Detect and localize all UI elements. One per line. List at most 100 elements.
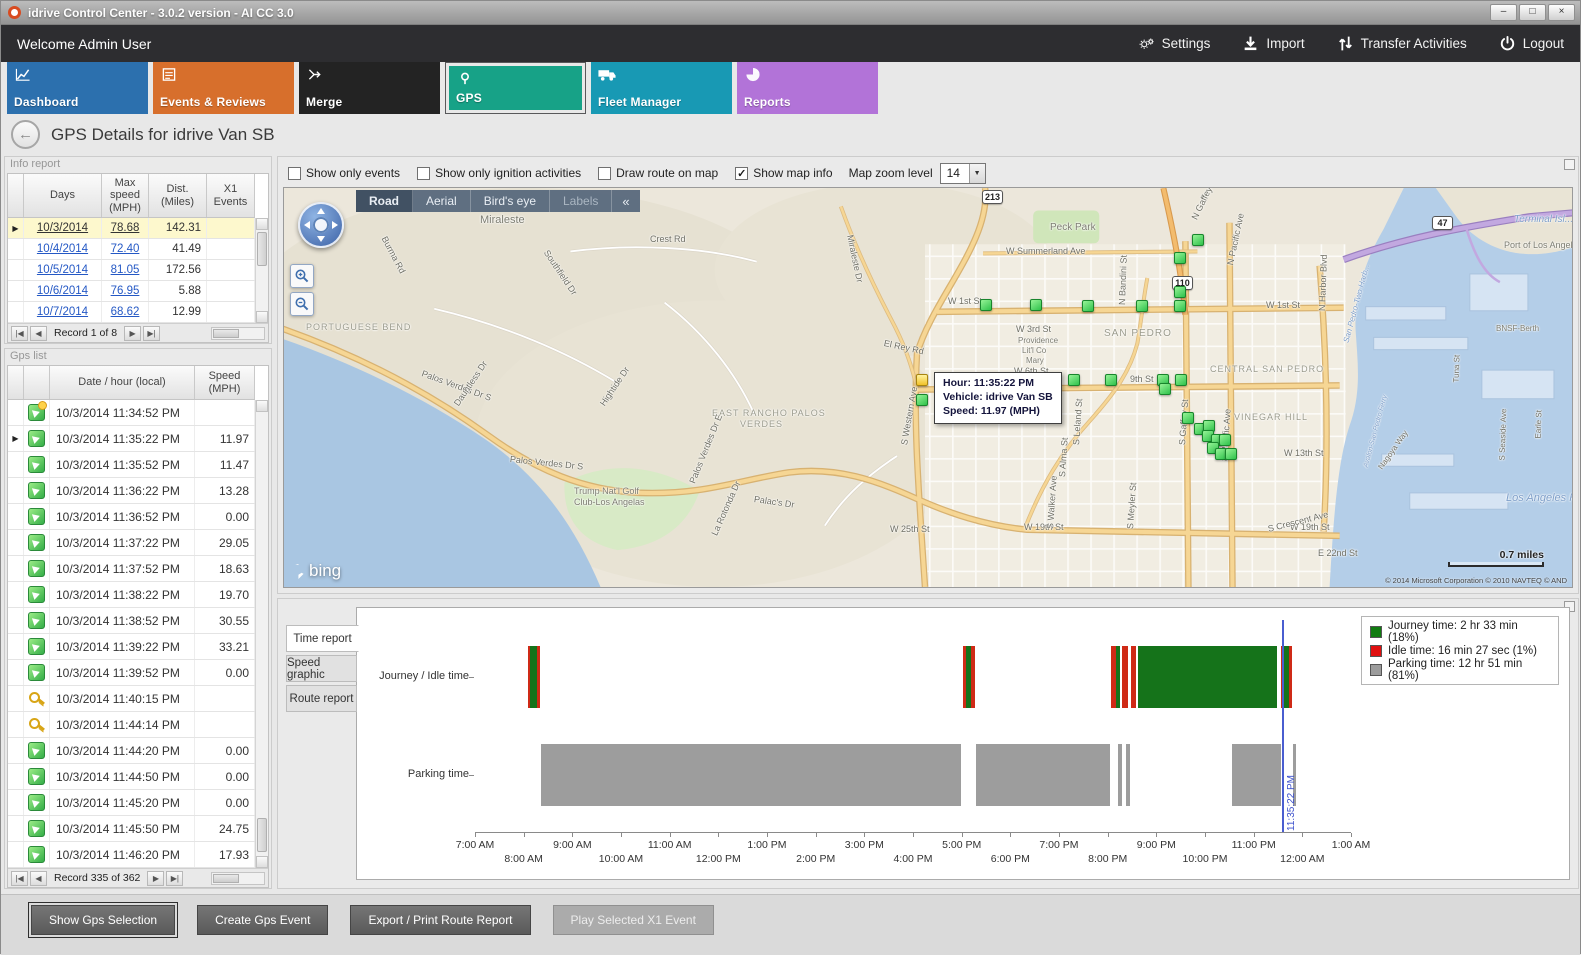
scroll-up-icon[interactable] — [256, 218, 268, 230]
scrollbar-thumb[interactable] — [257, 818, 267, 852]
h-scroll-track[interactable] — [211, 327, 265, 340]
gps-list-row[interactable]: 10/3/2014 11:39:52 PM0.00 — [8, 660, 255, 686]
transfer-button[interactable]: Transfer Activities — [1337, 35, 1467, 52]
gps-marker[interactable] — [1105, 374, 1117, 386]
day-link[interactable]: 10/4/2014 — [37, 243, 88, 255]
gps-list-row[interactable]: 10/3/2014 11:36:52 PM0.00 — [8, 504, 255, 530]
map-zoom-in-button[interactable] — [290, 264, 314, 288]
gps-list-row[interactable]: 10/3/2014 11:36:22 PM13.28 — [8, 478, 255, 504]
gps-list-row[interactable]: 10/3/2014 11:45:50 PM24.75 — [8, 816, 255, 842]
gps-list-row[interactable]: 10/3/2014 11:44:20 PM0.00 — [8, 738, 255, 764]
map-compass-control[interactable] — [298, 202, 344, 248]
info-report-row[interactable]: ▶10/3/201478.68142.31 — [8, 218, 255, 239]
gps-marker[interactable] — [1159, 383, 1171, 395]
gps-list-scrollbar[interactable] — [255, 400, 268, 868]
info-report-row[interactable]: 10/7/201468.6212.99 — [8, 302, 255, 323]
column-header-days[interactable]: Days — [24, 174, 102, 217]
gps-marker[interactable] — [1219, 434, 1231, 446]
gps-marker[interactable] — [1192, 234, 1204, 246]
column-header-date-hour-local[interactable]: Date / hour (local) — [50, 366, 195, 399]
gps-list-row[interactable]: 10/3/2014 11:38:52 PM30.55 — [8, 608, 255, 634]
day-link[interactable]: 10/6/2014 — [37, 285, 88, 297]
logout-button[interactable]: Logout — [1499, 35, 1564, 52]
gps-list-row[interactable]: 10/3/2014 11:45:20 PM0.00 — [8, 790, 255, 816]
settings-button[interactable]: Settings — [1138, 35, 1211, 52]
back-button[interactable]: ← — [11, 120, 40, 149]
bing-logo[interactable]: bing — [294, 561, 341, 581]
max-speed-link[interactable]: 68.62 — [111, 306, 140, 318]
column-header-max-speed-mph[interactable]: Max speed (MPH) — [102, 174, 149, 217]
info-report-row[interactable]: 10/4/201472.4041.49 — [8, 239, 255, 260]
info-report-next-record-button[interactable]: ▶ — [124, 326, 141, 341]
gps-marker[interactable] — [1182, 412, 1194, 424]
h-scroll-thumb[interactable] — [213, 329, 239, 338]
gps-marker[interactable] — [1030, 299, 1042, 311]
chart-tab-time-report[interactable]: Time report — [286, 625, 359, 652]
max-speed-link[interactable]: 78.68 — [111, 222, 140, 234]
scroll-down-icon[interactable] — [256, 311, 268, 323]
gps-marker[interactable] — [916, 394, 928, 406]
pan-east-icon[interactable] — [332, 221, 338, 229]
module-tab-fleet[interactable]: Fleet Manager — [591, 62, 732, 114]
info-report-scrollbar[interactable] — [255, 218, 268, 323]
gps-list-row[interactable]: 10/3/2014 11:46:20 PM17.93 — [8, 842, 255, 868]
map-zoom-out-button[interactable] — [290, 292, 314, 316]
gps-list-row[interactable]: 10/3/2014 11:34:52 PM — [8, 400, 255, 426]
combo-arrow-icon[interactable]: ▼ — [969, 164, 985, 183]
day-link[interactable]: 10/7/2014 — [37, 306, 88, 318]
gps-marker[interactable] — [1175, 374, 1187, 386]
gps-list-row[interactable]: 10/3/2014 11:40:15 PM — [8, 686, 255, 712]
column-header-speed-mph[interactable]: Speed (MPH) — [195, 366, 255, 399]
scroll-up-icon[interactable] — [256, 400, 268, 412]
gps-list-prev-record-button[interactable]: ◀ — [30, 871, 47, 886]
gps-marker[interactable] — [1082, 300, 1094, 312]
h-scroll-thumb[interactable] — [213, 874, 239, 883]
gps-marker[interactable] — [980, 299, 992, 311]
gps-list-row[interactable]: 10/3/2014 11:44:50 PM0.00 — [8, 764, 255, 790]
gps-list-h-scrollbar[interactable] — [211, 872, 265, 885]
checkbox-box[interactable] — [417, 167, 430, 180]
export-print-route-report-button[interactable]: Export / Print Route Report — [350, 905, 530, 935]
map-view-tab-aerial[interactable]: Aerial — [413, 190, 471, 212]
max-speed-link[interactable]: 72.40 — [111, 243, 140, 255]
pan-north-icon[interactable] — [317, 208, 325, 214]
chart-tab-route-report[interactable]: Route report — [286, 685, 357, 712]
pan-south-icon[interactable] — [317, 236, 325, 242]
gps-marker[interactable] — [1225, 448, 1237, 460]
map-tabs-collapse-button[interactable]: « — [612, 190, 639, 212]
chart-tab-speed-graphic[interactable]: Speed graphic — [286, 655, 357, 682]
selected-gps-marker[interactable] — [916, 374, 928, 386]
map-canvas[interactable]: MiralestePeck ParkW Summerland AveCrest … — [283, 187, 1573, 588]
gps-list-row[interactable]: 10/3/2014 11:37:52 PM18.63 — [8, 556, 255, 582]
gps-marker[interactable] — [1174, 286, 1186, 298]
checkbox-draw-route-on-map[interactable]: Draw route on map — [598, 166, 718, 180]
module-tab-gps[interactable]: GPS — [445, 62, 586, 114]
day-link[interactable]: 10/5/2014 — [37, 264, 88, 276]
max-speed-link[interactable]: 81.05 — [111, 264, 140, 276]
map-view-tab-road[interactable]: Road — [356, 190, 413, 212]
checkbox-box[interactable]: ✓ — [735, 167, 748, 180]
gps-list-row[interactable]: 10/3/2014 11:37:22 PM29.05 — [8, 530, 255, 556]
show-gps-selection-button[interactable]: Show Gps Selection — [31, 905, 175, 935]
gps-list-row[interactable]: 10/3/2014 11:38:22 PM19.70 — [8, 582, 255, 608]
gps-list-row[interactable]: 10/3/2014 11:35:52 PM11.47 — [8, 452, 255, 478]
gps-list-row[interactable]: 10/3/2014 11:44:14 PM — [8, 712, 255, 738]
gps-list-last-record-button[interactable]: ▶| — [166, 871, 183, 886]
checkbox-show-map-info[interactable]: ✓Show map info — [735, 166, 832, 180]
minimize-button[interactable]: – — [1490, 4, 1517, 21]
map-view-tab-bird-s-eye[interactable]: Bird's eye — [471, 190, 550, 212]
day-link[interactable]: 10/3/2014 — [37, 222, 88, 234]
info-report-last-record-button[interactable]: ▶| — [143, 326, 160, 341]
import-button[interactable]: Import — [1242, 35, 1304, 52]
close-button[interactable]: × — [1548, 4, 1575, 21]
gps-marker[interactable] — [1068, 374, 1080, 386]
module-tab-merge[interactable]: Merge — [299, 62, 440, 114]
column-header-x1-events[interactable]: X1 Events — [207, 174, 255, 217]
module-tab-dashboard[interactable]: Dashboard — [7, 62, 148, 114]
checkbox-box[interactable] — [598, 167, 611, 180]
maximize-button[interactable]: □ — [1519, 4, 1546, 21]
gps-marker[interactable] — [1136, 300, 1148, 312]
info-report-prev-record-button[interactable]: ◀ — [30, 326, 47, 341]
gps-marker[interactable] — [1174, 252, 1186, 264]
checkbox-box[interactable] — [288, 167, 301, 180]
